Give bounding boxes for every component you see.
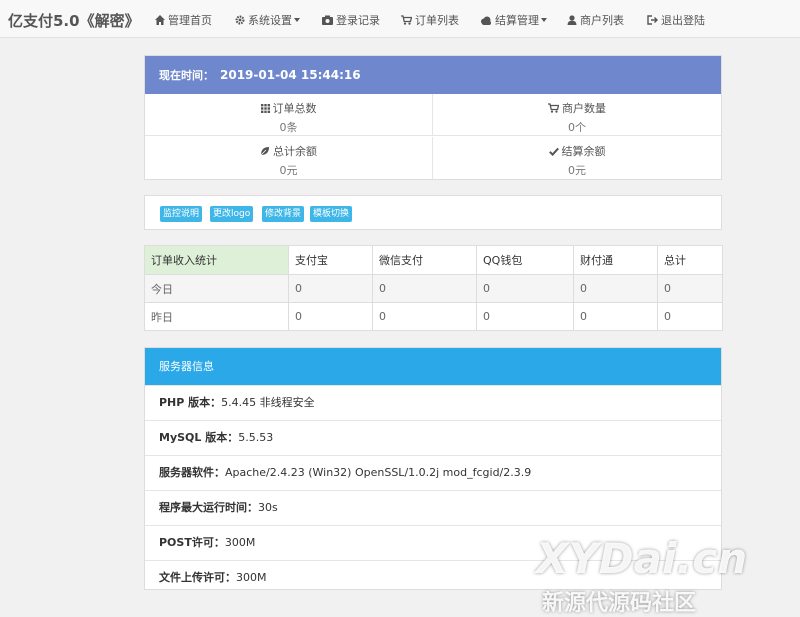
nav-orders-label: 订单列表: [415, 14, 459, 27]
nav-orders[interactable]: 订单列表: [401, 12, 459, 28]
server-info-key: POST许可：: [159, 536, 225, 549]
table-header-row: 订单收入统计 支付宝 微信支付 QQ钱包 财付通 总计: [144, 245, 723, 275]
stat-settled-balance-value: 0元: [568, 164, 586, 177]
table-cell: 0: [372, 274, 477, 303]
nav-merchants[interactable]: 商户列表: [567, 12, 624, 28]
change-logo-button[interactable]: 更改logo: [210, 206, 254, 222]
action-buttons-panel: 监控说明 更改logo 修改背景 模板切换: [144, 195, 722, 230]
table-cell: 0: [288, 274, 373, 303]
table-header-cell: 微信支付: [372, 245, 477, 275]
table-header-cell: 支付宝: [288, 245, 373, 275]
table-header-cell: 订单收入统计: [144, 245, 289, 275]
stat-order-count-value: 0条: [279, 121, 298, 134]
stat-total-balance-label: 总计余额: [273, 145, 317, 158]
table-cell: 0: [573, 274, 658, 303]
current-time-header: 现在时间： 2019-01-04 15:44:16: [145, 56, 721, 94]
server-info-value: Apache/2.4.23 (Win32) OpenSSL/1.0.2j mod…: [225, 466, 532, 479]
server-info-value: 300M: [224, 536, 256, 549]
chevron-down-icon: [541, 18, 547, 22]
stat-merchant-count-value: 0个: [568, 121, 586, 134]
table-cell: 0: [657, 302, 723, 331]
nav-home-label: 管理首页: [168, 14, 212, 27]
current-time-value: 2019-01-04 15:44:16: [220, 68, 361, 82]
user-icon: [567, 15, 577, 25]
check-icon: [548, 147, 559, 157]
server-info-value: 30s: [258, 501, 278, 514]
cart-icon: [548, 103, 560, 113]
nav-home[interactable]: 管理首页: [155, 12, 212, 28]
stat-order-count: 订单总数 0条: [145, 94, 433, 136]
stat-total-balance-value: 0元: [279, 164, 298, 177]
nav-settings[interactable]: 系统设置: [235, 12, 300, 28]
nav-logout-label: 退出登陆: [661, 14, 705, 27]
stat-merchant-count: 商户数量 0个: [433, 94, 721, 136]
table-cell: 0: [573, 302, 658, 331]
stat-order-count-label: 订单总数: [272, 102, 317, 115]
nav-settings-label: 系统设置: [248, 14, 292, 27]
server-info-row: PHP 版本：5.4.45 非线程安全: [145, 385, 721, 420]
table-cell: 0: [372, 302, 477, 331]
server-info-value: 300M: [236, 571, 267, 584]
current-time-label: 现在时间：: [159, 69, 214, 82]
camera-icon: [322, 15, 333, 25]
summary-panel: 现在时间： 2019-01-04 15:44:16 订单总数 0条 商户数量 0个…: [144, 55, 722, 180]
table-header-cell: 总计: [657, 245, 723, 275]
server-info-key: 文件上传许可：: [159, 571, 236, 584]
table-row: 今日 0 0 0 0 0: [144, 274, 723, 303]
table-cell: 0: [476, 302, 574, 331]
income-stats-table: 订单收入统计 支付宝 微信支付 QQ钱包 财付通 总计 今日 0 0 0 0 0…: [144, 245, 723, 331]
watermark-logo: XYDai.cn: [536, 534, 748, 583]
chevron-down-icon: [294, 18, 300, 22]
nav-login-log-label: 登录记录: [336, 14, 380, 27]
server-info-row: 服务器软件：Apache/2.4.23 (Win32) OpenSSL/1.0.…: [145, 455, 721, 490]
server-info-key: 服务器软件：: [159, 466, 225, 479]
table-cell: 0: [288, 302, 373, 331]
server-info-row: 程序最大运行时间：30s: [145, 490, 721, 525]
nav-merchants-label: 商户列表: [580, 14, 624, 27]
server-info-key: MySQL 版本：: [159, 431, 239, 444]
stats-grid: 订单总数 0条 商户数量 0个 总计余额 0元 结算余额 0元: [145, 94, 721, 179]
stat-merchant-count-label: 商户数量: [562, 102, 606, 115]
watermark-subtitle: 新源代源码社区: [542, 591, 697, 616]
cloud-icon: [481, 16, 491, 25]
top-navbar: 亿支付5.0《解密》 管理首页 系统设置 登录记录 订单列表 结算管理 商户列表…: [0, 0, 800, 38]
table-header-cell: QQ钱包: [476, 245, 574, 275]
gear-icon: [235, 15, 245, 25]
table-row: 昨日 0 0 0 0 0: [144, 302, 723, 331]
nav-settlement-label: 结算管理: [495, 14, 539, 27]
stat-settled-balance: 结算余额 0元: [433, 137, 721, 179]
stat-settled-balance-label: 结算余额: [561, 145, 606, 158]
server-info-value: 5.4.45 非线程安全: [221, 396, 315, 409]
nav-login-log[interactable]: 登录记录: [322, 12, 380, 28]
nav-settlement[interactable]: 结算管理: [480, 12, 547, 28]
grid-icon: [260, 104, 270, 113]
stat-total-balance: 总计余额 0元: [145, 137, 433, 179]
nav-logout[interactable]: 退出登陆: [647, 12, 705, 28]
server-info-key: PHP 版本：: [159, 396, 222, 409]
cart-icon: [401, 15, 413, 25]
server-info-key: 程序最大运行时间：: [159, 501, 258, 514]
table-cell: 昨日: [144, 302, 289, 331]
leaf-icon: [260, 147, 269, 156]
table-cell: 今日: [144, 274, 289, 303]
server-info-title: 服务器信息: [145, 348, 721, 385]
table-header-cell: 财付通: [573, 245, 658, 275]
switch-template-button[interactable]: 模板切换: [310, 206, 353, 222]
brand-title[interactable]: 亿支付5.0《解密》: [8, 10, 140, 31]
table-cell: 0: [476, 274, 574, 303]
server-info-row: MySQL 版本：5.5.53: [145, 420, 721, 455]
monitor-info-button[interactable]: 监控说明: [160, 206, 203, 222]
logout-icon: [647, 15, 658, 25]
table-cell: 0: [657, 274, 723, 303]
server-info-value: 5.5.53: [238, 431, 274, 444]
change-background-button[interactable]: 修改背景: [262, 206, 305, 222]
home-icon: [155, 15, 165, 25]
